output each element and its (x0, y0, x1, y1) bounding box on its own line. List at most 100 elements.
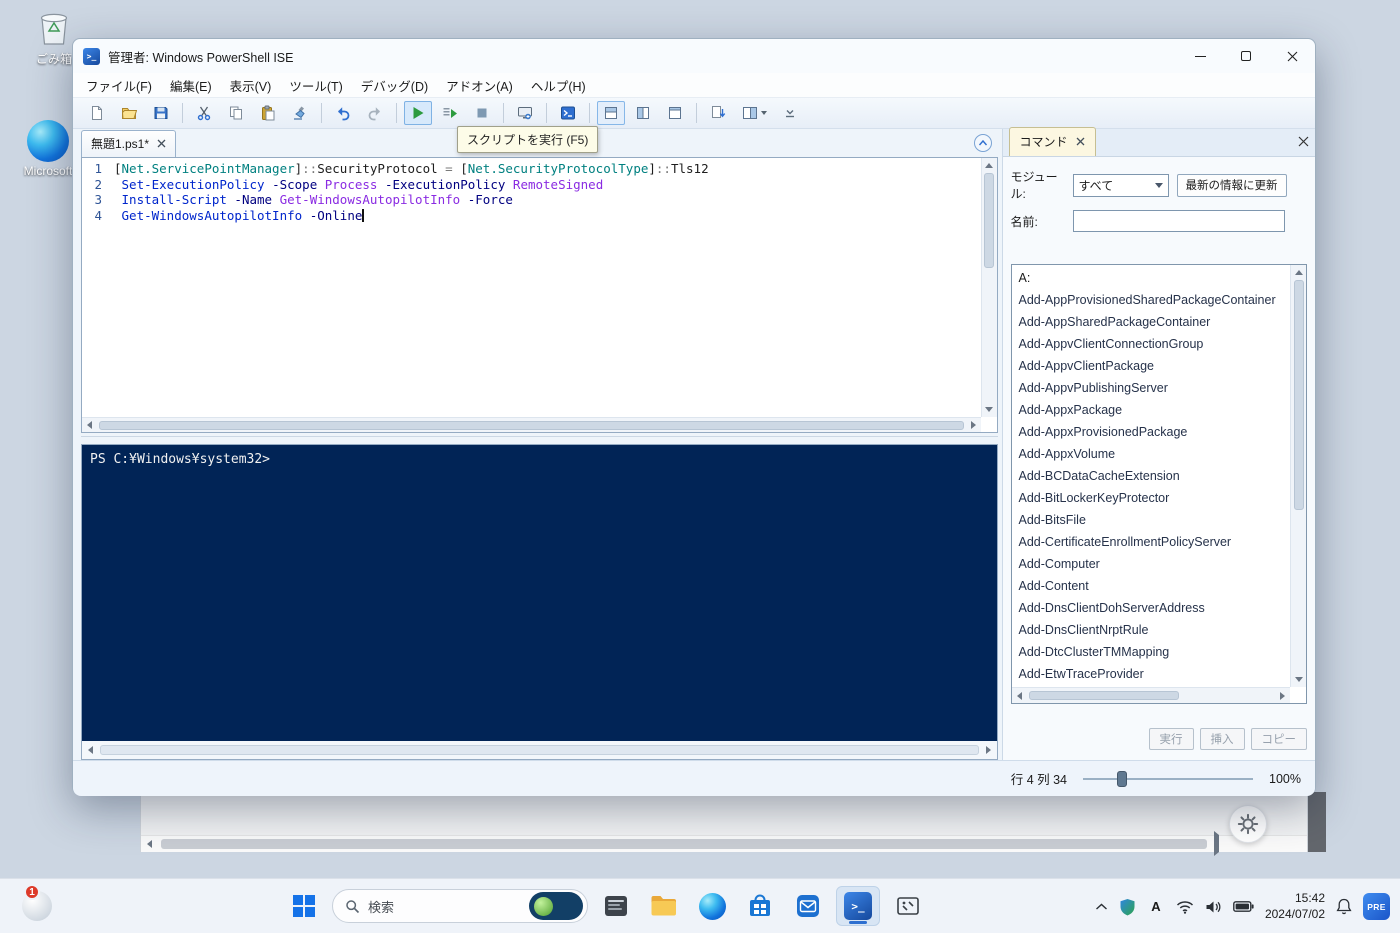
script-pane-right-button[interactable] (736, 101, 772, 125)
command-list-item[interactable]: Add-AppProvisionedSharedPackageContainer (1012, 289, 1290, 311)
command-list-item[interactable]: Add-AppxVolume (1012, 443, 1290, 465)
command-list-item[interactable]: Add-EtwTraceProvider (1012, 663, 1290, 685)
widgets-button[interactable]: 1 (18, 884, 56, 925)
close-button[interactable] (1269, 39, 1315, 73)
scroll-thumb[interactable] (161, 839, 1207, 849)
refresh-button[interactable]: 最新の情報に更新 (1176, 173, 1287, 197)
console-pane[interactable]: PS C:¥Windows¥system32> (81, 444, 998, 760)
command-list-item[interactable]: Add-AppSharedPackageContainer (1012, 311, 1290, 333)
clock[interactable]: 15:42 2024/07/02 (1265, 891, 1325, 922)
scroll-down-arrow[interactable] (985, 407, 994, 412)
list-horizontal-scrollbar[interactable] (1011, 687, 1290, 703)
scroll-right-arrow[interactable] (1214, 831, 1219, 856)
command-list-item[interactable]: Add-Computer (1012, 553, 1290, 575)
console-button[interactable] (554, 101, 582, 125)
command-list-item[interactable]: Add-Content (1012, 575, 1290, 597)
editor-horizontal-scrollbar[interactable] (82, 417, 981, 432)
command-list-item[interactable]: Add-BitsFile (1012, 509, 1290, 531)
tray-chevron-button[interactable] (1095, 903, 1108, 911)
run-selection-button[interactable] (436, 101, 464, 125)
layout-top-bottom-button[interactable] (597, 101, 625, 125)
command-list-item[interactable]: Add-AppxProvisionedPackage (1012, 421, 1290, 443)
menu-item-0[interactable]: ファイル(F) (77, 73, 161, 98)
start-button[interactable] (284, 886, 324, 926)
scroll-left-arrow[interactable] (87, 746, 93, 754)
scroll-right-arrow[interactable] (1280, 691, 1285, 700)
command-list-item[interactable]: Add-CertificateEnrollmentPolicyServer (1012, 531, 1290, 553)
command-list-item[interactable]: Add-BitLockerKeyProtector (1012, 487, 1290, 509)
list-vertical-scrollbar[interactable] (1290, 265, 1306, 687)
search-box[interactable]: 検索 (332, 889, 588, 923)
editor-tab[interactable]: 無題1.ps1* (81, 130, 177, 157)
scroll-thumb[interactable] (984, 173, 995, 268)
taskbar-app-mail[interactable] (788, 886, 828, 926)
command-list-item[interactable]: Add-BCDataCacheExtension (1012, 465, 1290, 487)
command-list-item[interactable]: Add-DtcClusterTMMapping (1012, 641, 1290, 663)
security-shield-button[interactable] (1119, 898, 1136, 916)
command-list-item[interactable]: Add-AppvClientPackage (1012, 355, 1290, 377)
run-script-button[interactable] (404, 101, 432, 125)
script-pane-toggle-button[interactable] (704, 101, 732, 125)
layout-side-by-side-button[interactable] (629, 101, 657, 125)
pre-badge[interactable]: PRE (1363, 893, 1390, 920)
scroll-left-arrow[interactable] (1016, 691, 1022, 700)
scroll-left-arrow[interactable] (87, 421, 92, 429)
copy-button[interactable] (222, 101, 250, 125)
scroll-down-arrow[interactable] (1294, 677, 1303, 682)
menu-item-6[interactable]: ヘルプ(H) (522, 73, 595, 98)
command-list-item[interactable]: Add-AppvPublishingServer (1012, 377, 1290, 399)
taskbar-app-tools[interactable] (888, 886, 928, 926)
title-bar[interactable]: >_ 管理者: Windows PowerShell ISE (73, 39, 1315, 73)
layout-maximized-button[interactable] (661, 101, 689, 125)
command-list-item[interactable]: Add-AppvClientConnectionGroup (1012, 333, 1290, 355)
insert-command-button[interactable]: 挿入 (1199, 728, 1245, 750)
background-window-scrollbar[interactable] (141, 831, 1307, 856)
clear-console-button[interactable] (286, 101, 314, 125)
command-list-item[interactable]: Add-DnsClientDohServerAddress (1012, 597, 1290, 619)
settings-gear-button[interactable] (1229, 805, 1267, 843)
zoom-slider-thumb[interactable] (1117, 770, 1128, 787)
command-list-item[interactable]: Add-AppxPackage (1012, 399, 1290, 421)
command-list[interactable]: A: Add-AppProvisionedSharedPackageContain… (1010, 264, 1307, 704)
volume-button[interactable] (1205, 900, 1222, 914)
cut-button[interactable] (190, 101, 218, 125)
open-script-button[interactable] (115, 101, 143, 125)
name-input[interactable] (1072, 210, 1285, 232)
network-button[interactable] (1176, 900, 1194, 914)
menu-item-1[interactable]: 編集(E) (161, 73, 221, 98)
menu-item-4[interactable]: デバッグ(D) (352, 73, 437, 98)
scroll-left-arrow[interactable] (146, 840, 152, 848)
taskbar-app-store[interactable] (740, 886, 780, 926)
script-editor[interactable]: 1 [Net.ServicePointManager]::SecurityProt… (81, 157, 998, 433)
toolbar-overflow-button[interactable] (776, 101, 804, 125)
expand-script-pane-button[interactable] (973, 134, 992, 152)
run-command-button[interactable]: 実行 (1148, 728, 1194, 750)
redo-button[interactable] (361, 101, 389, 125)
minimize-button[interactable] (1177, 39, 1223, 73)
module-select[interactable]: すべて (1072, 173, 1169, 197)
tab-close-icon[interactable] (1076, 137, 1085, 146)
search-highlight-capsule[interactable] (529, 892, 583, 920)
taskbar-app-explorer[interactable] (644, 886, 684, 926)
command-list-item[interactable]: Add-DnsClientNrptRule (1012, 619, 1290, 641)
menu-item-5[interactable]: アドオン(A) (437, 73, 522, 98)
stop-button[interactable] (468, 101, 496, 125)
taskbar-app-edge[interactable] (692, 886, 732, 926)
scroll-up-arrow[interactable] (985, 163, 994, 168)
taskbar-app-window[interactable] (596, 886, 636, 926)
scroll-right-arrow[interactable] (970, 421, 976, 429)
console-horizontal-scrollbar[interactable] (82, 741, 997, 759)
zoom-slider[interactable] (1083, 770, 1254, 788)
editor-vertical-scrollbar[interactable] (980, 158, 997, 417)
ime-indicator[interactable]: A (1147, 899, 1165, 914)
pane-splitter[interactable] (81, 436, 998, 444)
copy-command-button[interactable]: コピー (1250, 728, 1307, 750)
scroll-right-arrow[interactable] (986, 746, 992, 754)
notification-center-button[interactable] (1336, 898, 1352, 915)
tab-close-icon[interactable] (157, 139, 166, 148)
scroll-thumb[interactable] (100, 745, 979, 755)
new-remote-tab-button[interactable] (511, 101, 539, 125)
scroll-thumb[interactable] (1028, 691, 1179, 700)
paste-button[interactable] (254, 101, 282, 125)
menu-item-2[interactable]: 表示(V) (221, 73, 281, 98)
